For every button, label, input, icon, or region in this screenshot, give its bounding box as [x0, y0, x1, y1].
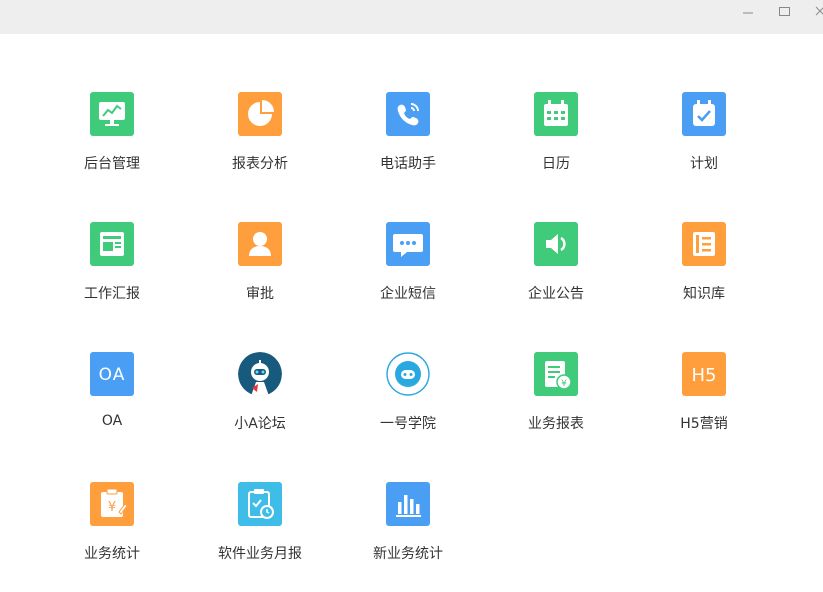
app-tile[interactable]: 工作汇报 — [52, 222, 172, 332]
app-label: OA — [101, 413, 123, 429]
minimize-icon — [743, 12, 753, 14]
app-label: 软件业务月报 — [218, 546, 302, 562]
minimize-button[interactable] — [734, 0, 762, 22]
app-label: 日历 — [542, 156, 570, 172]
app-tile[interactable]: 计划 — [644, 92, 764, 202]
app-tile[interactable]: OA OA — [52, 352, 172, 462]
app-tile[interactable]: 后台管理 — [52, 92, 172, 202]
app-label: 企业短信 — [380, 286, 436, 302]
phone-icon — [386, 92, 430, 136]
pie-chart-icon — [238, 92, 282, 136]
app-label: 新业务统计 — [373, 546, 443, 562]
app-label: 一号学院 — [380, 416, 436, 432]
robot-avatar-icon — [238, 352, 282, 396]
svg-text:¥: ¥ — [561, 379, 567, 389]
app-label: 报表分析 — [232, 156, 288, 172]
app-tile[interactable]: 一号学院 — [348, 352, 468, 462]
plan-check-icon — [682, 92, 726, 136]
speaker-icon — [534, 222, 578, 266]
clipboard-yen-icon: ¥ — [90, 482, 134, 526]
app-tile[interactable]: 审批 — [200, 222, 320, 332]
svg-text:¥: ¥ — [108, 500, 116, 515]
app-label: 电话助手 — [380, 156, 436, 172]
app-tile[interactable]: 小A论坛 — [200, 352, 320, 462]
app-label: 业务报表 — [528, 416, 584, 432]
app-label: 知识库 — [683, 286, 725, 302]
sms-bubble-icon — [386, 222, 430, 266]
business-report-icon: ¥ — [534, 352, 578, 396]
app-tile[interactable]: 电话助手 — [348, 92, 468, 202]
app-tile[interactable]: 知识库 — [644, 222, 764, 332]
app-tile[interactable]: 软件业务月报 — [200, 482, 320, 592]
app-tile[interactable]: 企业短信 — [348, 222, 468, 332]
close-button[interactable] — [806, 0, 823, 22]
person-icon — [238, 222, 282, 266]
monitor-chart-icon — [90, 92, 134, 136]
app-label: 小A论坛 — [234, 416, 286, 432]
app-tile[interactable]: 新业务统计 — [348, 482, 468, 592]
app-label: 业务统计 — [84, 546, 140, 562]
academy-logo-icon — [386, 352, 430, 396]
h5-icon: H5 — [682, 352, 726, 396]
oa-icon: OA — [90, 352, 134, 396]
maximize-icon — [779, 7, 790, 16]
book-icon — [682, 222, 726, 266]
app-tile[interactable]: 报表分析 — [200, 92, 320, 202]
app-label: 工作汇报 — [84, 286, 140, 302]
report-card-icon — [90, 222, 134, 266]
title-bar — [0, 0, 823, 34]
app-label: 计划 — [690, 156, 718, 172]
bar-chart-icon — [386, 482, 430, 526]
app-label: H5营销 — [680, 416, 728, 432]
maximize-button[interactable] — [770, 0, 798, 22]
app-tile[interactable]: 企业公告 — [496, 222, 616, 332]
svg-text:H5: H5 — [692, 365, 717, 386]
calendar-icon — [534, 92, 578, 136]
app-tile[interactable]: 日历 — [496, 92, 616, 202]
clipboard-clock-icon — [238, 482, 282, 526]
app-label: 审批 — [246, 286, 274, 302]
app-label: 企业公告 — [528, 286, 584, 302]
close-icon — [815, 6, 823, 16]
app-label: 后台管理 — [84, 156, 140, 172]
app-tile[interactable]: H5 H5营销 — [644, 352, 764, 462]
app-grid: 后台管理 报表分析 电话助手 日历 计划工作汇报 审批 企业短信 企业公告 知识库 OA OA 小A论… — [0, 34, 823, 570]
app-tile[interactable]: ¥ 业务报表 — [496, 352, 616, 462]
svg-text:OA: OA — [99, 365, 126, 385]
app-tile[interactable]: ¥ 业务统计 — [52, 482, 172, 592]
